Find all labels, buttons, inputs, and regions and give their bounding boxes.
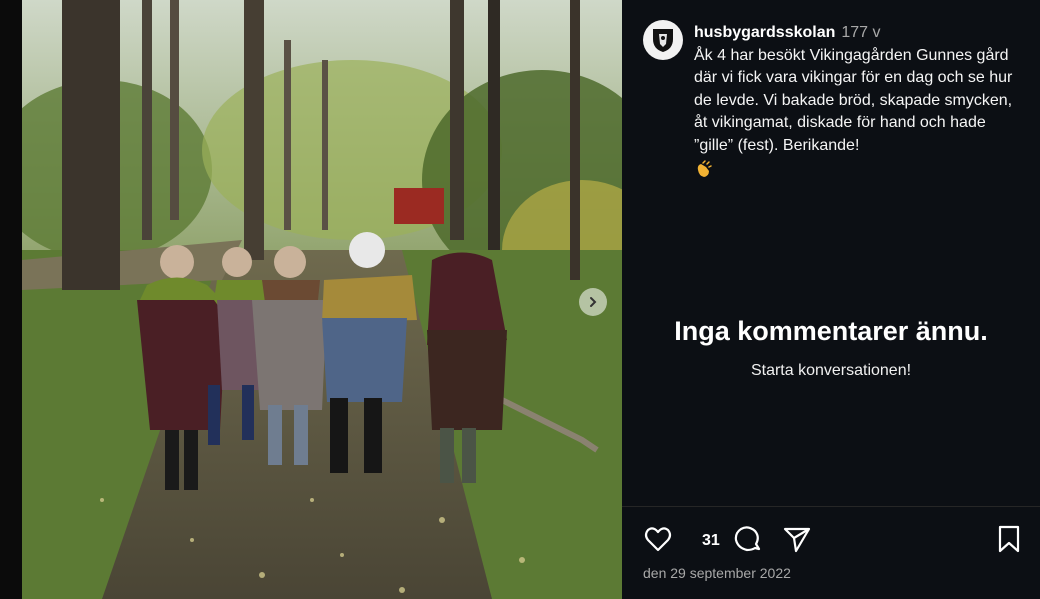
comment-button[interactable] — [733, 524, 763, 559]
heart-icon — [644, 527, 672, 552]
left-strip — [0, 0, 22, 599]
post-image — [22, 0, 622, 599]
no-comments-subtitle: Starta konversationen! — [750, 362, 912, 379]
share-icon — [783, 527, 811, 553]
post-time-ago[interactable]: 177 v — [841, 24, 880, 41]
save-button[interactable] — [995, 524, 1023, 559]
avatar[interactable] — [643, 20, 683, 60]
no-comments-title: Inga kommentarer ännu. — [674, 316, 988, 346]
bookmark-icon — [998, 525, 1020, 553]
share-button[interactable] — [782, 524, 812, 559]
post-actions: 31 — [643, 524, 1023, 556]
divider — [622, 506, 1040, 507]
post-caption: husbygardsskolan 177 v Åk 4 har besökt Vi… — [694, 22, 1026, 179]
school-crest-icon — [653, 29, 673, 52]
like-button[interactable] — [643, 524, 673, 559]
chevron-right-icon — [590, 297, 597, 307]
next-media-button[interactable] — [579, 288, 607, 316]
clapping-hands-emoji — [697, 160, 712, 177]
post-date[interactable]: den 29 september 2022 — [643, 565, 791, 581]
comment-icon — [734, 526, 761, 552]
username-link[interactable]: husbygardsskolan — [694, 24, 835, 41]
like-count[interactable]: 31 — [702, 532, 720, 550]
post-side-panel: husbygardsskolan 177 v Åk 4 har besökt Vi… — [622, 0, 1040, 599]
caption-text: Åk 4 har besökt Vikingagården Gunnes går… — [694, 46, 1013, 154]
